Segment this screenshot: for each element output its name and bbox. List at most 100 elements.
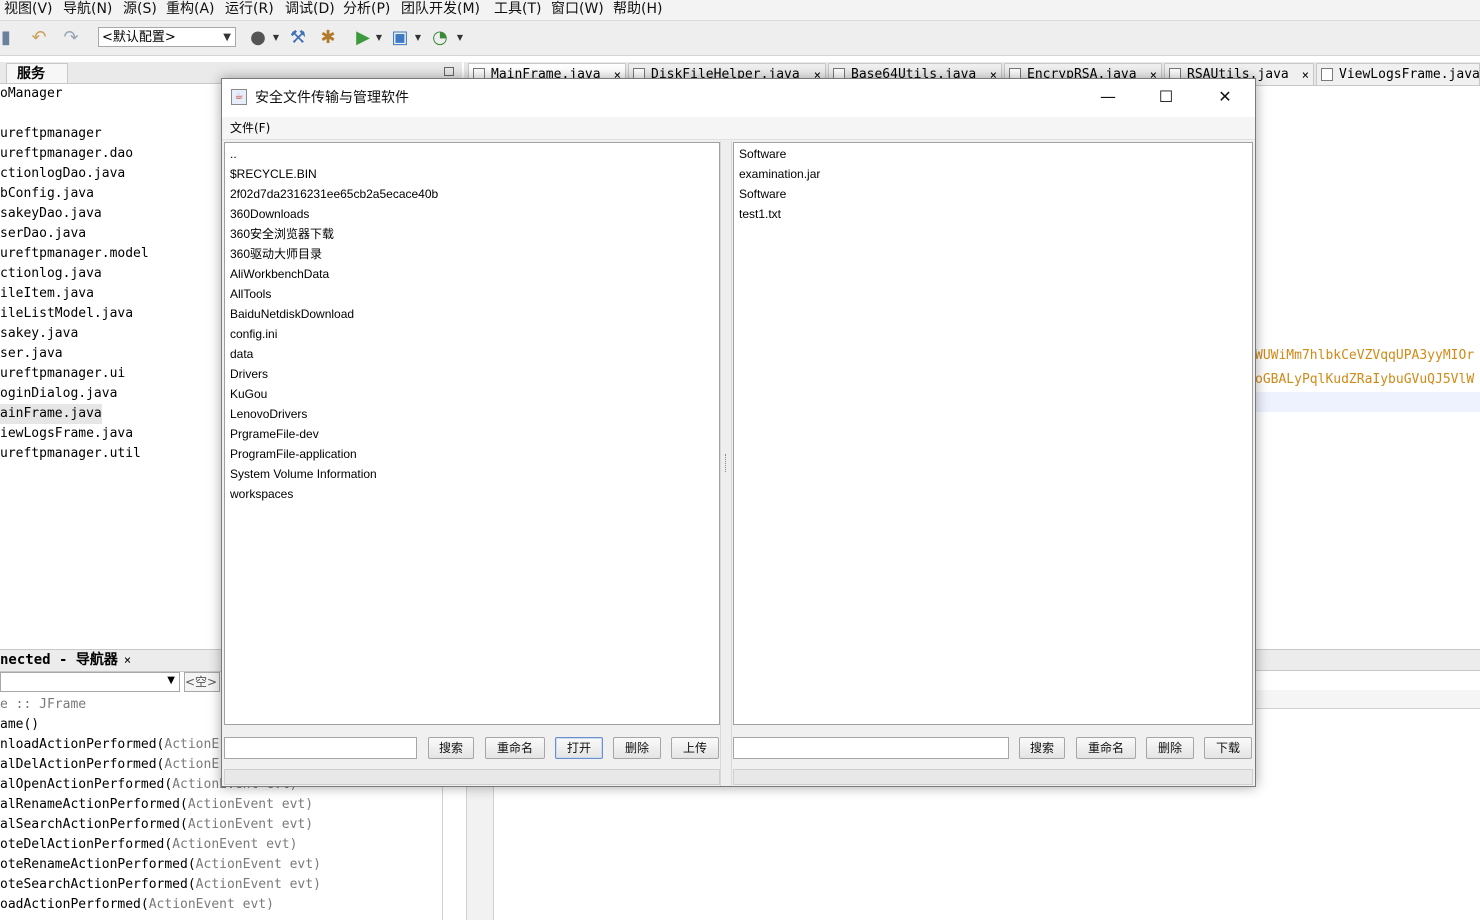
remote-search-button[interactable]: 搜索 bbox=[1019, 737, 1065, 759]
tree-item[interactable]: ctionlogDao.java bbox=[0, 164, 125, 184]
local-search-input[interactable] bbox=[224, 737, 417, 759]
list-item[interactable]: Software bbox=[739, 144, 786, 164]
save-all-icon[interactable]: ▮ bbox=[0, 26, 12, 50]
tree-item[interactable]: ctionlog.java bbox=[0, 264, 102, 284]
local-rename-button[interactable]: 重命名 bbox=[485, 737, 545, 759]
list-item[interactable]: Software bbox=[739, 184, 786, 204]
download-button[interactable]: 下载 bbox=[1204, 737, 1252, 759]
menu-profile[interactable]: 分析(P) bbox=[343, 0, 390, 20]
list-item[interactable]: System Volume Information bbox=[230, 464, 377, 484]
window-titlebar[interactable]: ☕ 安全文件传输与管理软件 — ☐ ✕ bbox=[222, 79, 1255, 117]
tree-item[interactable]: ureftpmanager bbox=[0, 124, 102, 144]
list-item[interactable]: examination.jar bbox=[739, 164, 820, 184]
tree-item[interactable]: ureftpmanager.ui bbox=[0, 364, 125, 384]
close-icon[interactable]: × bbox=[124, 653, 131, 667]
menu-window[interactable]: 窗口(W) bbox=[551, 0, 604, 20]
list-item[interactable]: KuGou bbox=[230, 384, 267, 404]
close-button[interactable]: ✕ bbox=[1196, 79, 1254, 117]
navigator-item[interactable]: e :: JFrame bbox=[0, 695, 86, 715]
menu-debug[interactable]: 调试(D) bbox=[285, 0, 335, 20]
list-item[interactable]: AllTools bbox=[230, 284, 271, 304]
remote-search-input[interactable] bbox=[733, 737, 1009, 759]
menu-help[interactable]: 帮助(H) bbox=[613, 0, 662, 20]
maximize-button[interactable]: ☐ bbox=[1137, 79, 1195, 117]
navigator-member-select[interactable]: ▼ bbox=[0, 672, 180, 692]
list-item[interactable]: PrgrameFile-dev bbox=[230, 424, 319, 444]
navigator-item[interactable]: oteSearchActionPerformed(ActionEvent evt… bbox=[0, 875, 321, 895]
panel-divider[interactable] bbox=[442, 785, 443, 920]
tab-services[interactable]: 服务 bbox=[6, 63, 68, 83]
tree-item[interactable]: ser.java bbox=[0, 344, 63, 364]
close-icon[interactable]: × bbox=[1302, 64, 1309, 85]
list-item[interactable]: 360安全浏览器下载 bbox=[230, 224, 334, 244]
menu-run[interactable]: 运行(R) bbox=[225, 0, 274, 20]
navigator-title[interactable]: nected - 导航器 × bbox=[0, 650, 131, 670]
minimize-panel-icon[interactable] bbox=[444, 67, 454, 76]
list-item[interactable]: data bbox=[230, 344, 253, 364]
list-item[interactable]: 2f02d7da2316231ee65cb2a5ecace40b bbox=[230, 184, 438, 204]
run-icon[interactable]: ▶ bbox=[352, 26, 374, 50]
list-item[interactable]: BaiduNetdiskDownload bbox=[230, 304, 354, 324]
local-search-button[interactable]: 搜索 bbox=[428, 737, 474, 759]
menu-tools[interactable]: 工具(T) bbox=[494, 0, 541, 20]
minimize-button[interactable]: — bbox=[1079, 79, 1137, 117]
navigator-filter[interactable]: <空> bbox=[184, 672, 220, 692]
list-item[interactable]: config.ini bbox=[230, 324, 277, 344]
configuration-select[interactable]: <默认配置> ▼ bbox=[98, 27, 236, 47]
clean-build-icon[interactable]: ✱ bbox=[316, 26, 340, 50]
upload-button[interactable]: 上传 bbox=[671, 737, 719, 759]
tree-item[interactable]: oginDialog.java bbox=[0, 384, 117, 404]
tree-item[interactable]: sakey.java bbox=[0, 324, 78, 344]
list-item[interactable]: Drivers bbox=[230, 364, 268, 384]
menu-file[interactable]: 文件(F) bbox=[230, 119, 270, 137]
globe-icon[interactable]: ● bbox=[246, 26, 270, 50]
remote-file-list[interactable]: Software examination.jar Software test1.… bbox=[733, 142, 1253, 725]
list-item[interactable]: 360驱动大师目录 bbox=[230, 244, 322, 264]
menu-source[interactable]: 源(S) bbox=[123, 0, 157, 20]
build-hammer-icon[interactable]: ⚒ bbox=[286, 26, 310, 50]
local-file-list[interactable]: .. $RECYCLE.BIN 2f02d7da2316231ee65cb2a5… bbox=[224, 142, 720, 725]
tree-item[interactable]: serDao.java bbox=[0, 224, 86, 244]
tab-viewlogsframe[interactable]: ViewLogsFrame.java bbox=[1316, 63, 1480, 85]
navigator-item[interactable]: alSearchActionPerformed(ActionEvent evt) bbox=[0, 815, 313, 835]
list-item[interactable]: .. bbox=[230, 144, 237, 164]
navigator-item[interactable]: ame() bbox=[0, 715, 39, 735]
list-item[interactable]: workspaces bbox=[230, 484, 293, 504]
drag-handle-icon[interactable] bbox=[725, 454, 728, 472]
tree-item[interactable]: bConfig.java bbox=[0, 184, 94, 204]
navigator-item[interactable]: oadActionPerformed(ActionEvent evt) bbox=[0, 895, 274, 915]
tree-item[interactable]: ureftpmanager.model bbox=[0, 244, 149, 264]
list-item[interactable]: LenovoDrivers bbox=[230, 404, 307, 424]
navigator-item[interactable]: nloadActionPerformed(ActionE bbox=[0, 735, 219, 755]
tree-item[interactable]: ileListModel.java bbox=[0, 304, 133, 324]
list-item[interactable]: 360Downloads bbox=[230, 204, 309, 224]
tree-item[interactable]: ureftpmanager.dao bbox=[0, 144, 133, 164]
menu-view[interactable]: 视图(V) bbox=[4, 0, 53, 20]
remote-rename-button[interactable]: 重命名 bbox=[1076, 737, 1136, 759]
list-item[interactable]: test1.txt bbox=[739, 204, 781, 224]
profile-icon[interactable]: ◔ bbox=[428, 26, 452, 50]
navigator-item[interactable]: alRenameActionPerformed(ActionEvent evt) bbox=[0, 795, 313, 815]
local-open-button[interactable]: 打开 bbox=[555, 737, 603, 759]
menu-team[interactable]: 团队开发(M) bbox=[401, 0, 480, 20]
tree-item-selected[interactable]: ainFrame.java bbox=[0, 404, 102, 424]
code-string-line[interactable]: WUWiMm7hlbkCeVZVqqUPA3yyMIOr bbox=[1255, 346, 1474, 366]
chevron-down-icon[interactable]: ▼ bbox=[375, 26, 383, 50]
list-item[interactable]: AliWorkbenchData bbox=[230, 264, 329, 284]
navigator-item[interactable]: oteRenameActionPerformed(ActionEvent evt… bbox=[0, 855, 321, 875]
tree-item[interactable]: oManager bbox=[0, 84, 63, 104]
list-item[interactable]: $RECYCLE.BIN bbox=[230, 164, 317, 184]
tree-item[interactable]: sakeyDao.java bbox=[0, 204, 102, 224]
debug-icon[interactable]: ▣ bbox=[388, 26, 412, 50]
redo-icon[interactable]: ↷ bbox=[58, 26, 84, 50]
menu-navigate[interactable]: 导航(N) bbox=[63, 0, 112, 20]
undo-icon[interactable]: ↶ bbox=[26, 26, 52, 50]
tree-item[interactable]: ureftpmanager.util bbox=[0, 444, 141, 464]
chevron-down-icon[interactable]: ▼ bbox=[456, 26, 464, 50]
chevron-down-icon[interactable]: ▼ bbox=[272, 26, 280, 50]
chevron-down-icon[interactable]: ▼ bbox=[414, 26, 422, 50]
remote-delete-button[interactable]: 删除 bbox=[1146, 737, 1194, 759]
tree-item[interactable]: iewLogsFrame.java bbox=[0, 424, 133, 444]
list-item[interactable]: ProgramFile-application bbox=[230, 444, 357, 464]
tree-item[interactable]: ileItem.java bbox=[0, 284, 94, 304]
